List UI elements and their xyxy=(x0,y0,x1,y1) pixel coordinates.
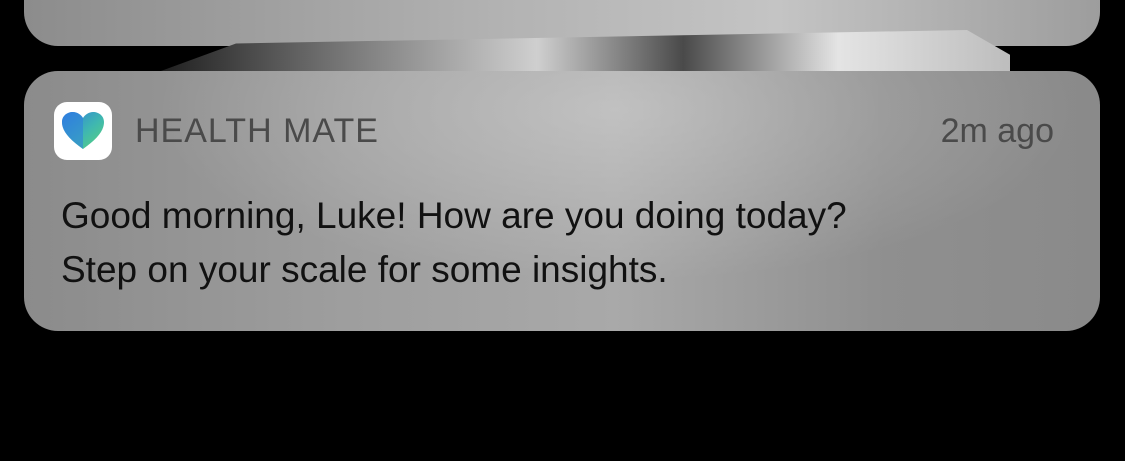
notification-card[interactable]: HEALTH MATE 2m ago Good morning, Luke! H… xyxy=(24,71,1100,331)
message-line: Step on your scale for some insights. xyxy=(61,249,668,290)
notification-message: Good morning, Luke! How are you doing to… xyxy=(61,189,1060,297)
heart-icon xyxy=(62,112,104,149)
lock-screen: HEALTH MATE 2m ago Good morning, Luke! H… xyxy=(0,0,1125,461)
app-name: HEALTH MATE xyxy=(135,111,379,150)
message-line: Good morning, Luke! How are you doing to… xyxy=(61,195,847,236)
notification-timestamp: 2m ago xyxy=(940,111,1054,150)
notification-header: HEALTH MATE 2m ago xyxy=(54,102,1054,160)
app-icon xyxy=(54,102,112,160)
